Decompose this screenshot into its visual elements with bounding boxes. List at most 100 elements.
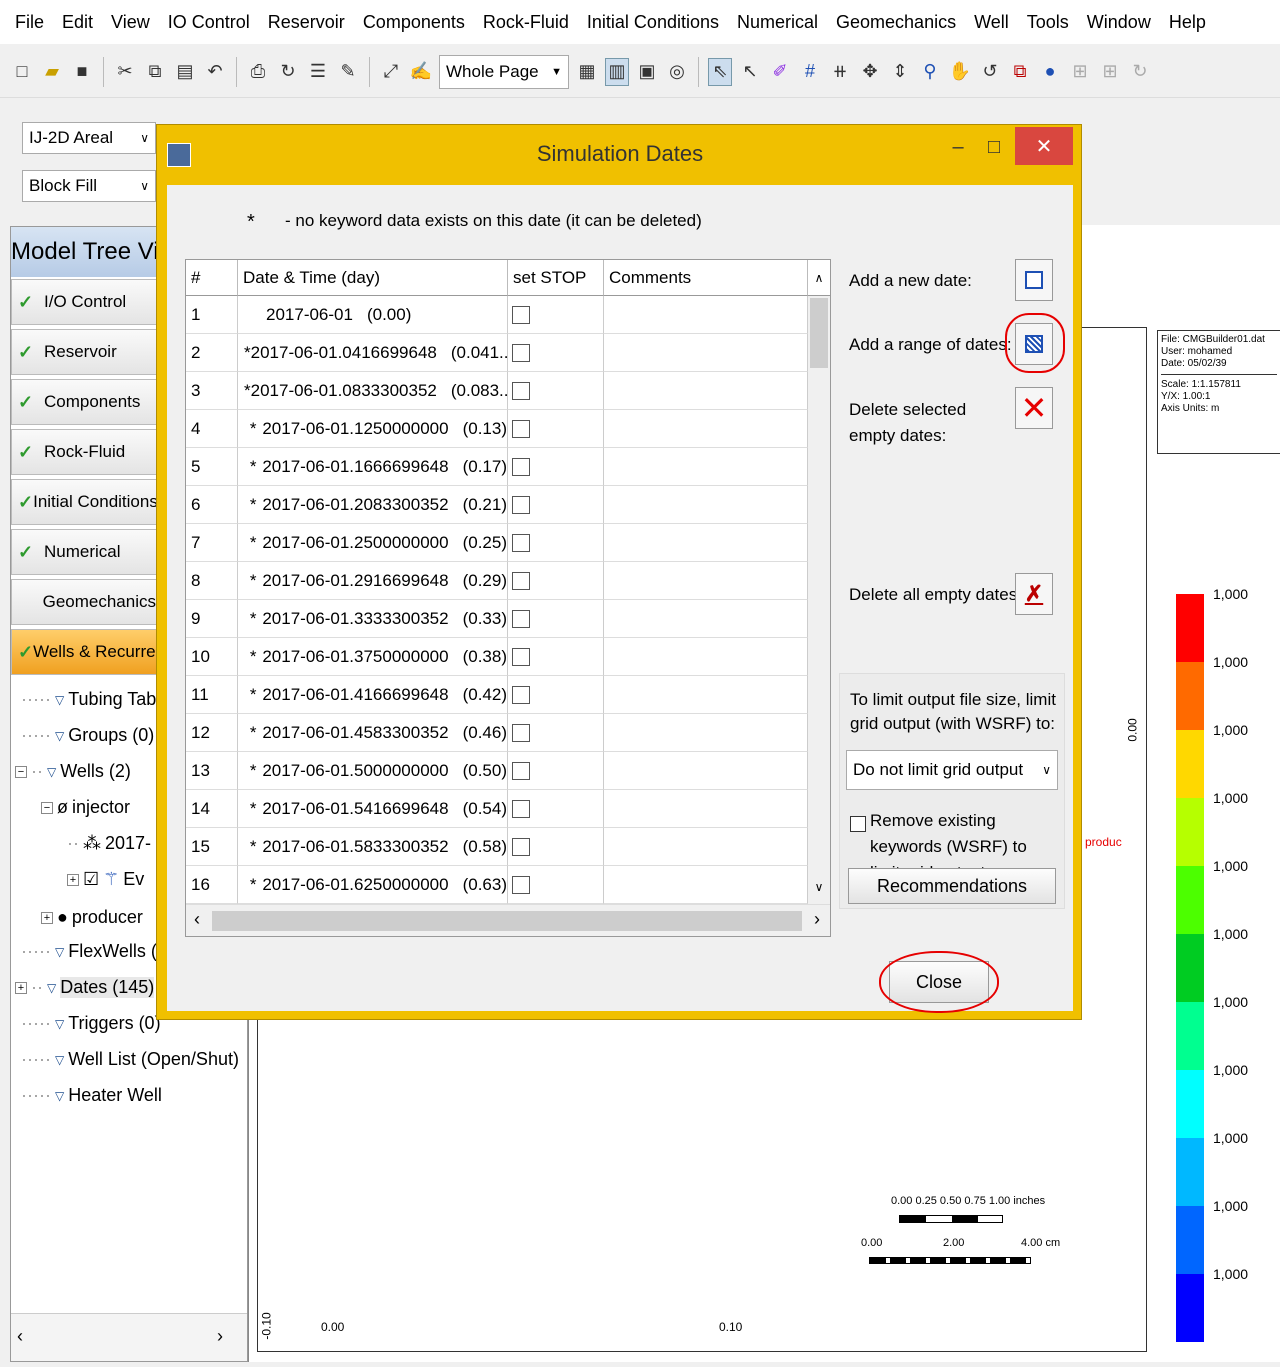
date-cell[interactable]: * 2017-06-01.3750000000 (0.38) — [238, 638, 508, 676]
set-stop-checkbox[interactable] — [512, 533, 530, 552]
date-cell[interactable]: * 2017-06-01.4166699648 (0.42) — [238, 676, 508, 714]
comments-cell[interactable] — [604, 752, 808, 790]
nav-button[interactable]: ✓ Wells & Recurren — [11, 629, 157, 675]
delete-all-button[interactable]: ✗ — [1015, 573, 1053, 615]
comments-cell[interactable] — [604, 638, 808, 676]
close-window-button[interactable]: ✕ — [1015, 127, 1073, 165]
nav-button[interactable]: ✓ Components — [11, 379, 157, 425]
open-folder-icon[interactable]: ▰ — [40, 58, 64, 86]
column-header[interactable]: set STOP — [508, 260, 604, 296]
menu-item[interactable]: IO Control — [159, 12, 259, 33]
date-cell[interactable]: * 2017-06-01.2500000000 (0.25) — [238, 524, 508, 562]
edit-cells-icon[interactable]: ✐ — [768, 58, 792, 86]
set-stop-checkbox[interactable] — [512, 837, 530, 856]
menu-item[interactable]: View — [102, 12, 159, 33]
comments-cell[interactable] — [604, 600, 808, 638]
collapse-icon[interactable]: − — [15, 765, 27, 778]
set-stop-checkbox[interactable] — [512, 381, 530, 400]
add-new-date-button[interactable] — [1015, 259, 1053, 301]
vertical-scrollbar[interactable]: ∨ — [808, 296, 830, 904]
set-stop-checkbox[interactable] — [512, 799, 530, 818]
menu-item[interactable]: Help — [1160, 12, 1215, 33]
undo-icon[interactable]: ↶ — [203, 58, 227, 86]
dates-table[interactable]: # Date & Time (day) set STOP Comments ∧ … — [185, 259, 831, 937]
paste-icon[interactable]: ▤ — [173, 58, 197, 86]
rotate-icon[interactable]: ↺ — [978, 58, 1002, 86]
date-cell[interactable]: 2017-06-01 (0.00) — [238, 296, 508, 334]
scrollbar-thumb[interactable] — [810, 298, 828, 368]
set-stop-checkbox[interactable] — [512, 495, 530, 514]
limit-grid-select[interactable]: Do not limit grid output ∨ — [846, 750, 1058, 790]
set-stop-checkbox[interactable] — [512, 761, 530, 780]
view-select[interactable]: IJ-2D Areal ∨ — [22, 122, 156, 154]
nav-button[interactable]: ✓ Rock-Fluid — [11, 429, 157, 475]
copy-block-icon[interactable]: ⧉ — [1008, 58, 1032, 86]
set-stop-checkbox[interactable] — [512, 875, 530, 894]
remove-existing-checkbox[interactable] — [850, 816, 866, 832]
grid-icon[interactable]: # — [798, 58, 822, 86]
collapse-icon[interactable]: − — [41, 801, 53, 814]
scroll-left-icon[interactable]: ‹ — [194, 909, 200, 930]
pointer-select-icon[interactable]: ⇖ — [708, 57, 732, 86]
set-stop-checkbox[interactable] — [512, 457, 530, 476]
column-header[interactable]: Comments — [604, 260, 808, 296]
scroll-left-icon[interactable]: ‹ — [17, 1326, 23, 1347]
tree-item-welllist[interactable]: ····· ▽ Well List (Open/Shut) — [21, 1049, 239, 1070]
expand-icon[interactable]: + — [67, 873, 79, 886]
date-cell[interactable]: * 2017-06-01.5416699648 (0.54) — [238, 790, 508, 828]
comments-cell[interactable] — [604, 410, 808, 448]
date-cell[interactable]: * 2017-06-01.1666699648 (0.17) — [238, 448, 508, 486]
pencil-icon[interactable]: ✎ — [336, 58, 360, 86]
menu-item[interactable]: Well — [965, 12, 1018, 33]
draw-icon[interactable]: ✍ — [409, 58, 433, 86]
comments-cell[interactable] — [604, 562, 808, 600]
comments-cell[interactable] — [604, 372, 808, 410]
menu-item[interactable]: Reservoir — [259, 12, 354, 33]
copy-icon[interactable]: ⧉ — [143, 58, 167, 86]
set-stop-checkbox[interactable] — [512, 685, 530, 704]
set-stop-checkbox[interactable] — [512, 723, 530, 742]
comments-cell[interactable] — [604, 334, 808, 372]
save-icon[interactable]: ■ — [70, 58, 94, 86]
menu-item[interactable]: Window — [1078, 12, 1160, 33]
nav-button[interactable]: ✓ Initial Conditions — [11, 479, 157, 525]
set-stop-checkbox[interactable] — [512, 419, 530, 438]
zoom-icon[interactable]: ⚲ — [918, 58, 942, 86]
tree-item-groups[interactable]: ····· ▽ Groups (0) — [21, 725, 154, 746]
menu-item[interactable]: Geomechanics — [827, 12, 965, 33]
comments-cell[interactable] — [604, 866, 808, 904]
menu-item[interactable]: Numerical — [728, 12, 827, 33]
tree-item-injector-events[interactable]: + ☑ ⚚ Ev — [67, 869, 144, 890]
delete-selected-button[interactable]: ✕ — [1015, 387, 1053, 429]
scroll-up-icon[interactable]: ∧ — [808, 260, 830, 296]
comments-cell[interactable] — [604, 676, 808, 714]
scrollbar-thumb[interactable] — [212, 911, 802, 931]
checkbox-icon[interactable]: ☑ — [83, 869, 99, 890]
horizontal-scrollbar[interactable]: ‹ › — [11, 1313, 247, 1361]
date-cell[interactable]: * 2017-06-01.4583300352 (0.46) — [238, 714, 508, 752]
set-stop-checkbox[interactable] — [512, 609, 530, 628]
fit-icon[interactable]: ⤢ — [379, 58, 403, 86]
tree-item-tubing[interactable]: ····· ▽ Tubing Tabl — [21, 689, 160, 710]
menu-item[interactable]: Initial Conditions — [578, 12, 728, 33]
cut-icon[interactable]: ✂ — [113, 58, 137, 86]
set-stop-checkbox[interactable] — [512, 343, 530, 362]
grid-light-icon[interactable]: ⊞ — [1068, 58, 1092, 86]
print-icon[interactable]: ⎙ — [246, 58, 270, 86]
nav-button[interactable]: ✓ Numerical — [11, 529, 157, 575]
tree-item-dates[interactable]: + ·· ▽ Dates (145) — [15, 977, 155, 998]
comments-cell[interactable] — [604, 790, 808, 828]
properties-icon[interactable]: ▦ — [575, 58, 599, 86]
nav-button[interactable]: ✓ Reservoir — [11, 329, 157, 375]
zoom-select[interactable]: Whole Page ▼ — [439, 54, 569, 89]
date-cell[interactable]: * 2017-06-01.1250000000 (0.13) — [238, 410, 508, 448]
date-cell[interactable]: * 2017-06-01.2916699648 (0.29) — [238, 562, 508, 600]
recommendations-button[interactable]: Recommendations — [848, 868, 1056, 904]
nav-button[interactable]: ✓ I/O Control — [11, 279, 157, 325]
date-cell[interactable]: * 2017-06-01.0833300352 (0.083... — [238, 372, 508, 410]
rotate-light-icon[interactable]: ↻ — [1128, 58, 1152, 86]
scroll-down-icon[interactable]: ∨ — [808, 880, 830, 900]
comments-cell[interactable] — [604, 524, 808, 562]
grid-light2-icon[interactable]: ⊞ — [1098, 58, 1122, 86]
pan-icon[interactable]: ✋ — [948, 58, 972, 86]
